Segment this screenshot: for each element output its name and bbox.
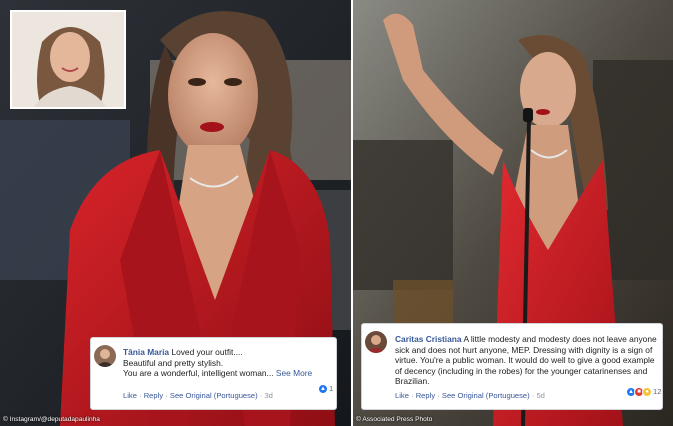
like-reaction-icon: ▲ xyxy=(318,384,328,395)
reaction-summary[interactable]: ▲ 1 xyxy=(318,384,333,395)
comment-body: Caritas Cristiana A little modesty and m… xyxy=(395,334,657,387)
reply-link[interactable]: Reply xyxy=(144,391,163,400)
photo-credit-left: © Instagram/@deputadapaulinha xyxy=(3,416,100,423)
photo-credit-right: © Associated Press Photo xyxy=(356,416,433,423)
comment-author[interactable]: Caritas Cristiana xyxy=(395,334,462,344)
facebook-comment-right: Caritas Cristiana A little modesty and m… xyxy=(361,323,663,410)
avatar-image xyxy=(94,345,116,367)
like-link[interactable]: Like xyxy=(123,391,137,400)
comment-body: Tânia Maria Loved your outfit.... Beauti… xyxy=(123,347,335,379)
profile-inset-photo xyxy=(10,10,126,109)
facebook-comment-left: Tânia Maria Loved your outfit.... Beauti… xyxy=(90,337,337,410)
comment-text-line1: Loved your outfit.... xyxy=(171,347,243,357)
comment-text-line3: You are a wonderful, intelligent woman..… xyxy=(123,368,274,379)
see-original-link[interactable]: See Original (Portuguese) xyxy=(170,391,258,400)
reaction-count: 12 xyxy=(653,387,662,396)
reaction-count: 1 xyxy=(329,384,334,393)
see-original-link[interactable]: See Original (Portuguese) xyxy=(442,391,530,400)
comment-age[interactable]: 3d xyxy=(264,391,272,400)
haha-reaction-icon: ● xyxy=(642,387,652,398)
commenter-avatar[interactable] xyxy=(94,345,116,367)
reaction-summary[interactable]: ▲ ■ ● 12 xyxy=(626,387,661,398)
avatar-image xyxy=(365,331,387,353)
comment-age[interactable]: 5d xyxy=(536,391,544,400)
see-more-link[interactable]: See More xyxy=(276,368,312,378)
inset-portrait xyxy=(12,12,124,107)
comment-text-line2: Beautiful and pretty stylish. xyxy=(123,357,224,368)
comment-actions: Like · Reply · See Original (Portuguese)… xyxy=(123,391,273,402)
commenter-avatar[interactable] xyxy=(365,331,387,353)
reply-link[interactable]: Reply xyxy=(416,391,435,400)
comment-author[interactable]: Tânia Maria xyxy=(123,347,169,357)
comment-actions: Like · Reply · See Original (Portuguese)… xyxy=(395,391,545,402)
like-link[interactable]: Like xyxy=(395,391,409,400)
